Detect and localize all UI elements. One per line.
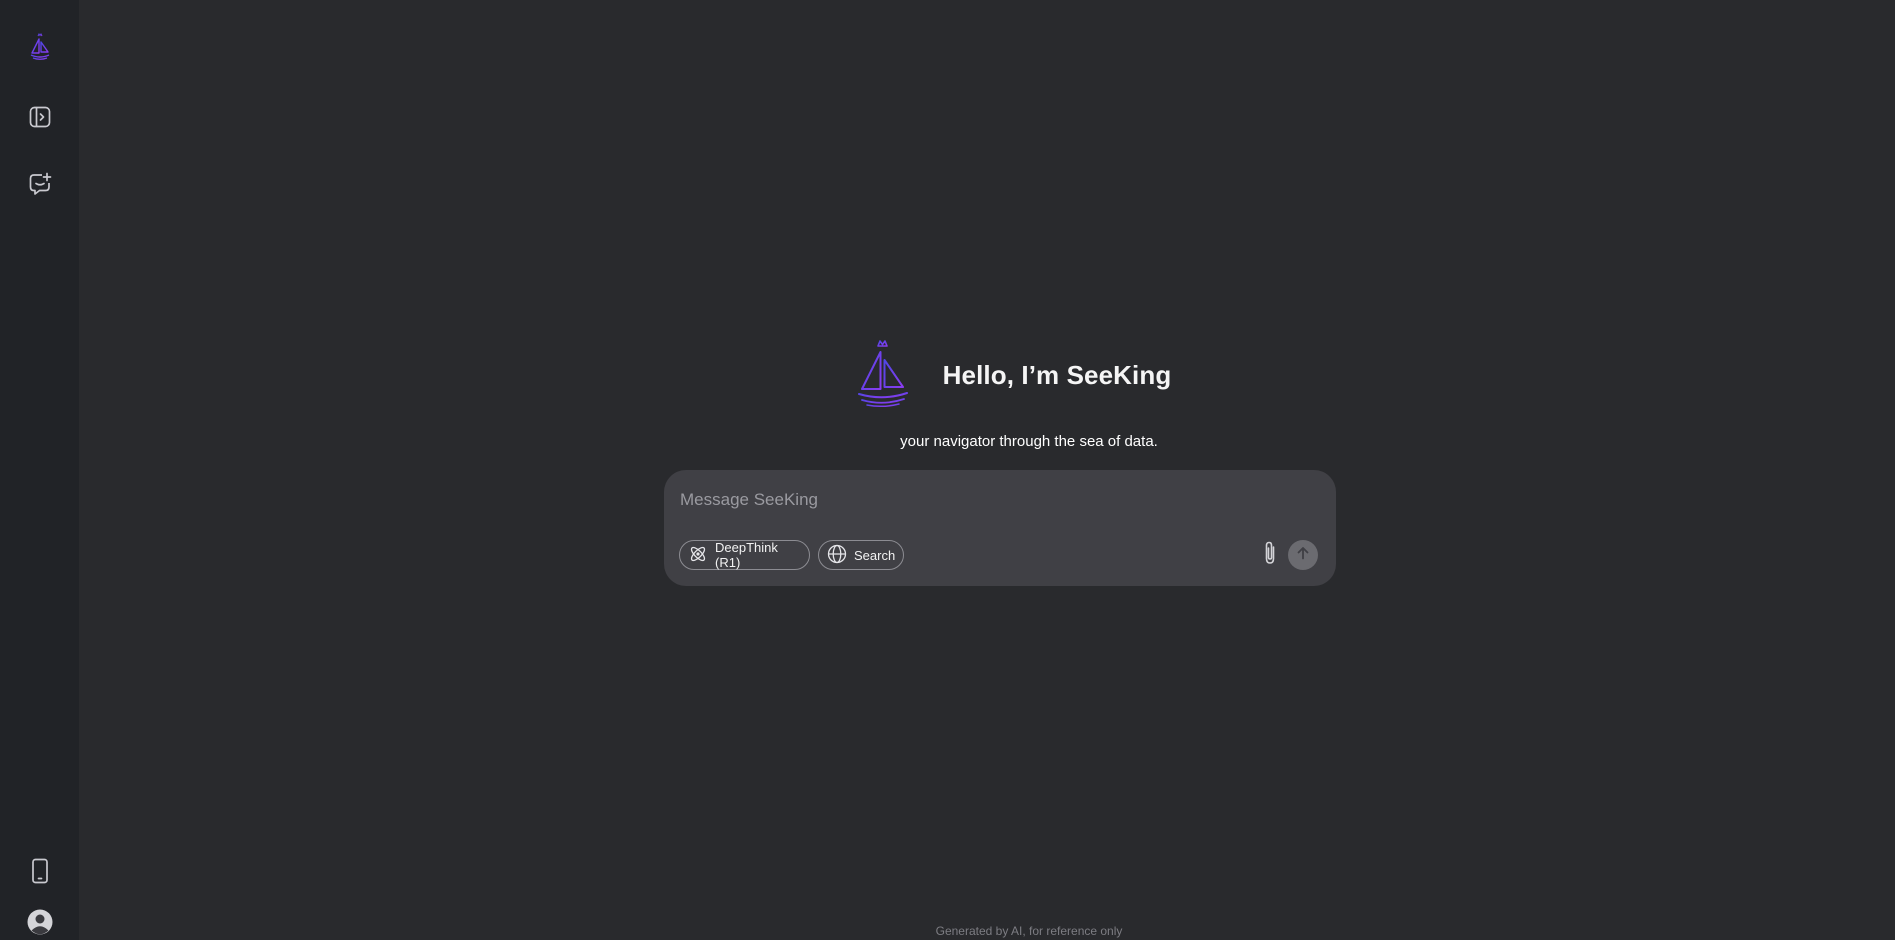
attach-button[interactable] [1259, 541, 1281, 569]
message-composer: DeepThink (R1) Search [664, 470, 1336, 586]
welcome-header: Hello, I’m SeeKing [79, 338, 1895, 413]
sidebar-toggle-button[interactable] [20, 97, 60, 137]
arrow-up-icon [1295, 545, 1311, 566]
atom-icon [688, 544, 708, 567]
deepthink-label: DeepThink (R1) [715, 540, 778, 570]
sidebar-toggle-icon [28, 105, 52, 129]
search-label: Search [854, 547, 896, 563]
sailboat-logo-icon [29, 33, 51, 61]
user-avatar-icon [26, 908, 54, 936]
deepthink-toggle-button[interactable]: DeepThink (R1) [679, 540, 810, 570]
get-app-button[interactable] [20, 851, 60, 891]
profile-button[interactable] [20, 902, 60, 940]
main-area: Hello, I’m SeeKing your navigator throug… [79, 0, 1895, 940]
sailboat-crown-icon [857, 338, 909, 413]
new-chat-button[interactable] [20, 164, 60, 204]
message-input[interactable] [680, 488, 1240, 512]
search-toggle-button[interactable]: Search [818, 540, 904, 570]
globe-icon [827, 544, 847, 567]
sidebar-logo-button[interactable] [20, 27, 60, 67]
page-subtitle: your navigator through the sea of data. [900, 433, 1158, 450]
ai-disclaimer: Generated by AI, for reference only [935, 924, 1123, 938]
mobile-app-icon [30, 858, 50, 884]
send-button[interactable] [1288, 540, 1318, 570]
app-window: Hello, I’m SeeKing your navigator throug… [0, 0, 1895, 940]
paperclip-icon [1261, 540, 1279, 571]
page-title: Hello, I’m SeeKing [942, 360, 1172, 390]
new-chat-icon [28, 172, 52, 196]
sidebar [0, 0, 79, 940]
